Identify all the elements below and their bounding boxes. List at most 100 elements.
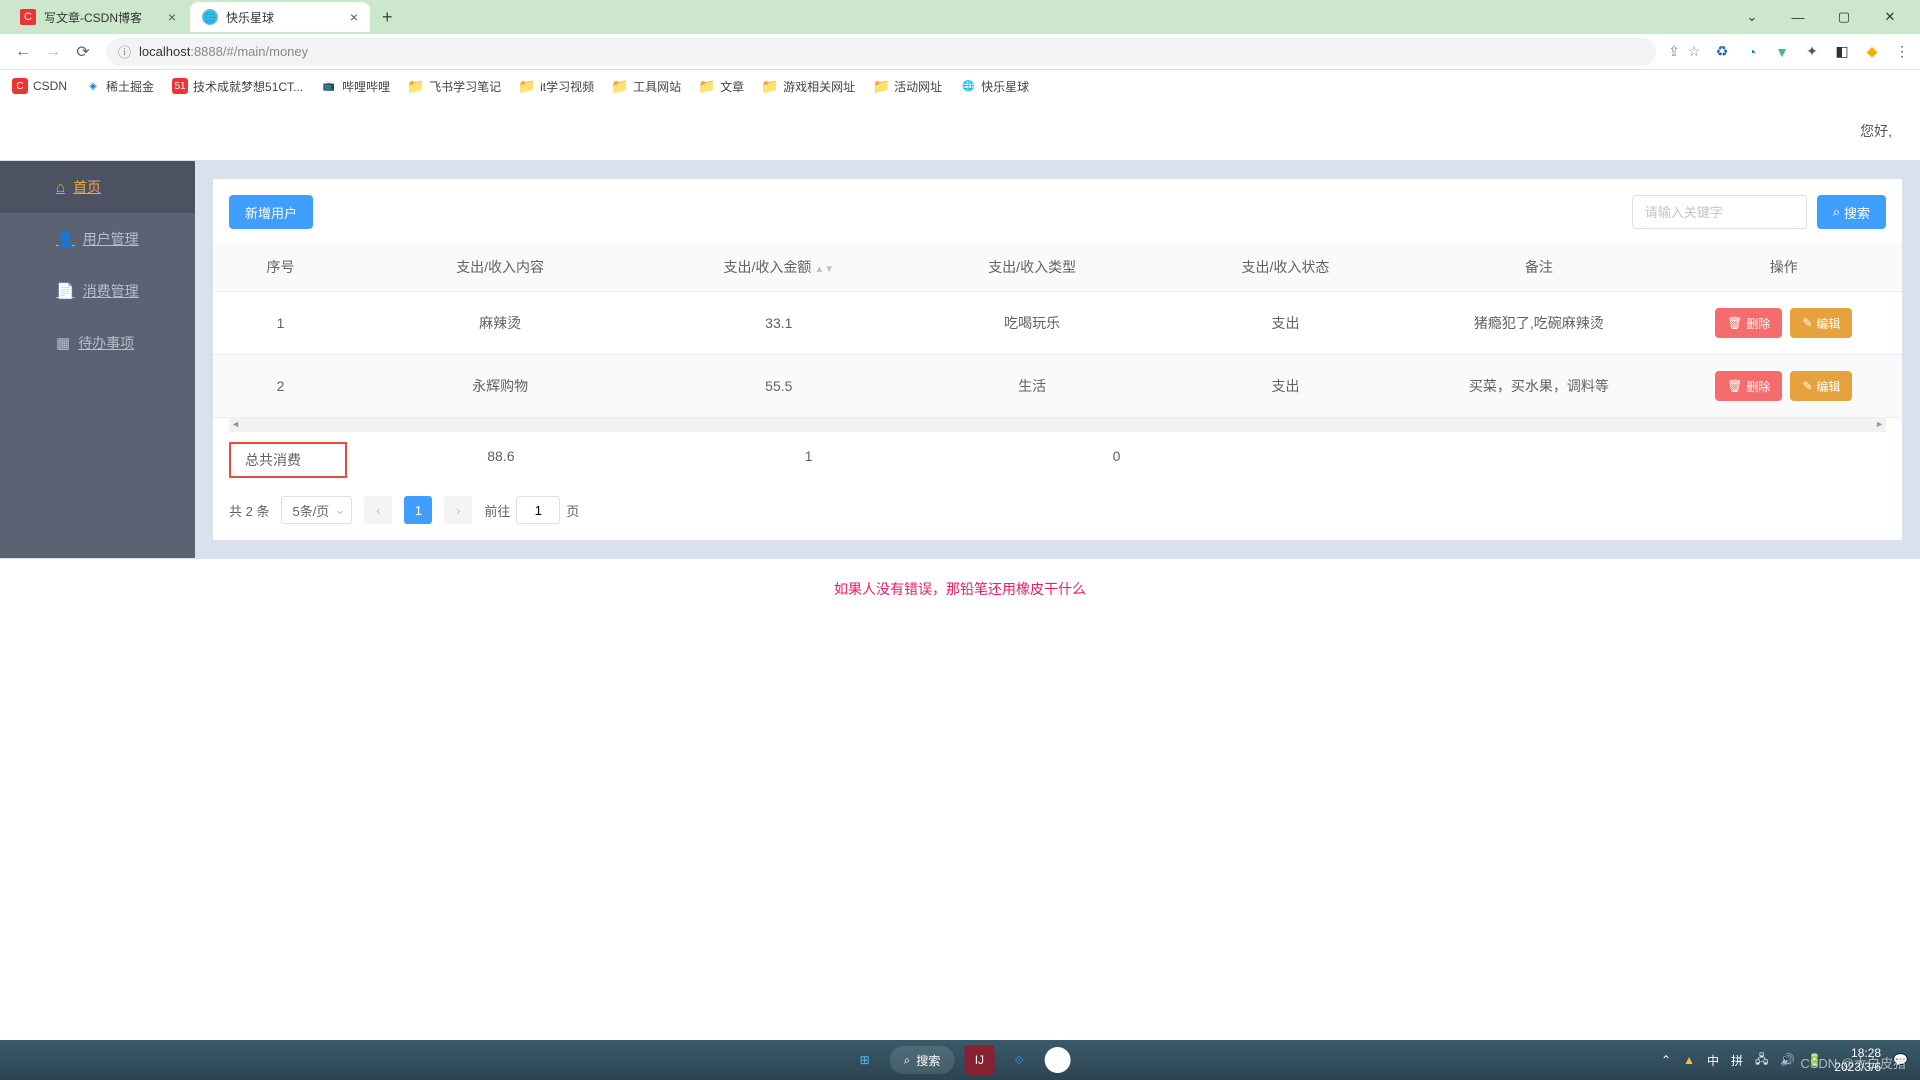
tray-chevron-icon[interactable]: ⌃ xyxy=(1661,1053,1671,1067)
taskbar-search[interactable]: ⌕ 搜索 xyxy=(890,1046,955,1074)
bookmark-item[interactable]: 📁飞书学习笔记 xyxy=(408,78,501,95)
menu-icon[interactable]: ⋮ xyxy=(1892,42,1912,62)
url-input[interactable]: ⓘ localhost:8888/#/main/money xyxy=(106,38,1656,66)
col-header-status[interactable]: 支出/收入状态 xyxy=(1159,243,1412,292)
sidebar-item-label: 首页 xyxy=(73,177,101,197)
search-icon: ⌕ xyxy=(1833,204,1840,220)
extension-icon[interactable]: ◧ xyxy=(1832,42,1852,62)
dropdown-icon[interactable]: ⌄ xyxy=(1730,2,1774,32)
bookmark-item[interactable]: 📁it学习视频 xyxy=(519,78,594,95)
search-icon: ⌕ xyxy=(904,1053,911,1068)
network-icon[interactable]: 🖧 xyxy=(1755,1050,1768,1071)
ime-indicator[interactable]: 中 xyxy=(1707,1052,1719,1069)
footer-quote: 如果人没有错误，那铅笔还用橡皮干什么 xyxy=(0,559,1920,619)
cell-content: 麻辣烫 xyxy=(348,292,652,355)
site-info-icon[interactable]: ⓘ xyxy=(118,42,131,61)
bookmark-item[interactable]: 📁活动网址 xyxy=(873,78,942,95)
vscode-icon[interactable]: ⟐ xyxy=(1004,1045,1034,1075)
col-header-content[interactable]: 支出/收入内容 xyxy=(348,243,652,292)
sidebar-item-label: 待办事项 xyxy=(78,333,134,353)
sidebar-item-home[interactable]: ⌂ 首页 xyxy=(0,161,195,213)
edit-button[interactable]: ✎编辑 xyxy=(1790,308,1852,338)
url-text: localhost:8888/#/main/money xyxy=(139,44,308,59)
browser-tab-active[interactable]: 🌐 快乐星球 × xyxy=(190,2,370,32)
sidebar-item-todo[interactable]: ▦ 待办事项 xyxy=(0,317,195,369)
summary-value: 1 xyxy=(655,442,963,478)
main-content: 新增用户 ⌕搜索 序号 支出/收入内容 支出/收入金额▲▼ 支出/收入类 xyxy=(195,161,1920,558)
tab-title: 写文章-CSDN博客 xyxy=(44,9,160,26)
extension-icon[interactable]: ◔ xyxy=(1742,42,1762,62)
close-window-button[interactable]: ✕ xyxy=(1868,2,1912,32)
extension-icon[interactable]: ◆ xyxy=(1862,42,1882,62)
clock[interactable]: 18:282023/3/6 xyxy=(1834,1046,1881,1075)
edit-icon: ✎ xyxy=(1802,379,1812,393)
cell-amount: 33.1 xyxy=(652,292,905,355)
cell-ops: 🗑删除 ✎编辑 xyxy=(1666,292,1903,355)
sidebar-item-expenses[interactable]: 📄 消费管理 xyxy=(0,265,195,317)
table-row: 1麻辣烫33.1吃喝玩乐支出猪瘾犯了,吃碗麻辣烫🗑删除✎编辑 xyxy=(213,292,1902,355)
maximize-button[interactable]: ▢ xyxy=(1822,2,1866,32)
pager-prev-button[interactable]: ‹ xyxy=(364,496,392,524)
browser-tab[interactable]: C 写文章-CSDN博客 × xyxy=(8,2,188,32)
pager-page-button[interactable]: 1 xyxy=(404,496,432,524)
table-header-row: 序号 支出/收入内容 支出/收入金额▲▼ 支出/收入类型 支出/收入状态 备注 … xyxy=(213,243,1902,292)
cell-status: 支出 xyxy=(1159,355,1412,418)
add-user-button[interactable]: 新增用户 xyxy=(229,195,313,229)
battery-icon[interactable]: 🔋 xyxy=(1807,1053,1822,1067)
bookmark-item[interactable]: 51技术成就梦想51CT... xyxy=(172,78,303,95)
pager-jump: 前往 页 xyxy=(484,496,579,524)
forward-button[interactable]: → xyxy=(38,37,68,67)
col-header-index[interactable]: 序号 xyxy=(213,243,348,292)
cell-note: 买菜，买水果，调料等 xyxy=(1412,355,1665,418)
col-header-amount[interactable]: 支出/收入金额▲▼ xyxy=(652,243,905,292)
back-button[interactable]: ← xyxy=(8,37,38,67)
delete-button[interactable]: 🗑删除 xyxy=(1715,371,1782,401)
taskbar-center: ⊞ ⌕ 搜索 IJ ⟐ ◉ xyxy=(850,1045,1071,1075)
taskbar-tray: ⌃ ▲ 中 拼 🖧 🔊 🔋 18:282023/3/6 💬 xyxy=(1661,1046,1920,1075)
reload-button[interactable]: ⟳ xyxy=(68,37,98,67)
bookmark-item[interactable]: 📁文章 xyxy=(699,78,744,95)
onedrive-icon[interactable]: ▲ xyxy=(1683,1053,1695,1067)
volume-icon[interactable]: 🔊 xyxy=(1780,1053,1795,1067)
bookmark-item[interactable]: 📁工具网站 xyxy=(612,78,681,95)
horizontal-scrollbar[interactable] xyxy=(229,418,1886,432)
extension-icon[interactable]: ♻ xyxy=(1712,42,1732,62)
search-button[interactable]: ⌕搜索 xyxy=(1817,195,1886,229)
sidebar-item-label: 用户管理 xyxy=(83,229,139,249)
bookmark-item[interactable]: CCSDN xyxy=(12,78,67,94)
close-icon[interactable]: × xyxy=(168,9,176,25)
vue-devtools-icon[interactable]: ▼ xyxy=(1772,42,1792,62)
sidebar-item-users[interactable]: 👤 用户管理 xyxy=(0,213,195,265)
close-icon[interactable]: × xyxy=(350,9,358,25)
chrome-icon[interactable]: ◉ xyxy=(1044,1047,1070,1073)
page-size-select[interactable]: 5条/页 xyxy=(281,496,352,524)
user-icon: 👤 xyxy=(56,230,75,248)
col-header-type[interactable]: 支出/收入类型 xyxy=(905,243,1158,292)
cell-status: 支出 xyxy=(1159,292,1412,355)
share-icon[interactable]: ⇪ xyxy=(1664,42,1684,62)
edit-icon: ✎ xyxy=(1802,316,1812,330)
extensions-icon[interactable]: ✦ xyxy=(1802,42,1822,62)
sidebar-item-label: 消费管理 xyxy=(83,281,139,301)
ime-mode[interactable]: 拼 xyxy=(1731,1052,1743,1069)
search-input[interactable] xyxy=(1632,195,1807,229)
taskbar-app-icon[interactable]: IJ xyxy=(964,1045,994,1075)
minimize-button[interactable]: — xyxy=(1776,2,1820,32)
tab-bar: C 写文章-CSDN博客 × 🌐 快乐星球 × + ⌄ — ▢ ✕ xyxy=(0,0,1920,34)
col-header-note[interactable]: 备注 xyxy=(1412,243,1665,292)
bookmark-item[interactable]: 📺哔哩哔哩 xyxy=(321,78,390,95)
new-tab-button[interactable]: + xyxy=(372,7,403,28)
bookmark-item[interactable]: 📁游戏相关网址 xyxy=(762,78,855,95)
delete-button[interactable]: 🗑删除 xyxy=(1715,308,1782,338)
bookmark-star-icon[interactable]: ☆ xyxy=(1684,42,1704,62)
sidebar: ⌂ 首页 👤 用户管理 📄 消费管理 ▦ 待办事项 xyxy=(0,161,195,558)
bookmark-item[interactable]: 🌐快乐星球 xyxy=(960,78,1029,95)
pager-next-button[interactable]: › xyxy=(444,496,472,524)
cell-amount: 55.5 xyxy=(652,355,905,418)
edit-button[interactable]: ✎编辑 xyxy=(1790,371,1852,401)
pager-jump-input[interactable] xyxy=(516,496,560,524)
bookmark-item[interactable]: ◈稀土掘金 xyxy=(85,78,154,95)
start-button[interactable]: ⊞ xyxy=(850,1045,880,1075)
trash-icon: 🗑 xyxy=(1727,379,1742,393)
notification-icon[interactable]: 💬 xyxy=(1893,1053,1908,1067)
